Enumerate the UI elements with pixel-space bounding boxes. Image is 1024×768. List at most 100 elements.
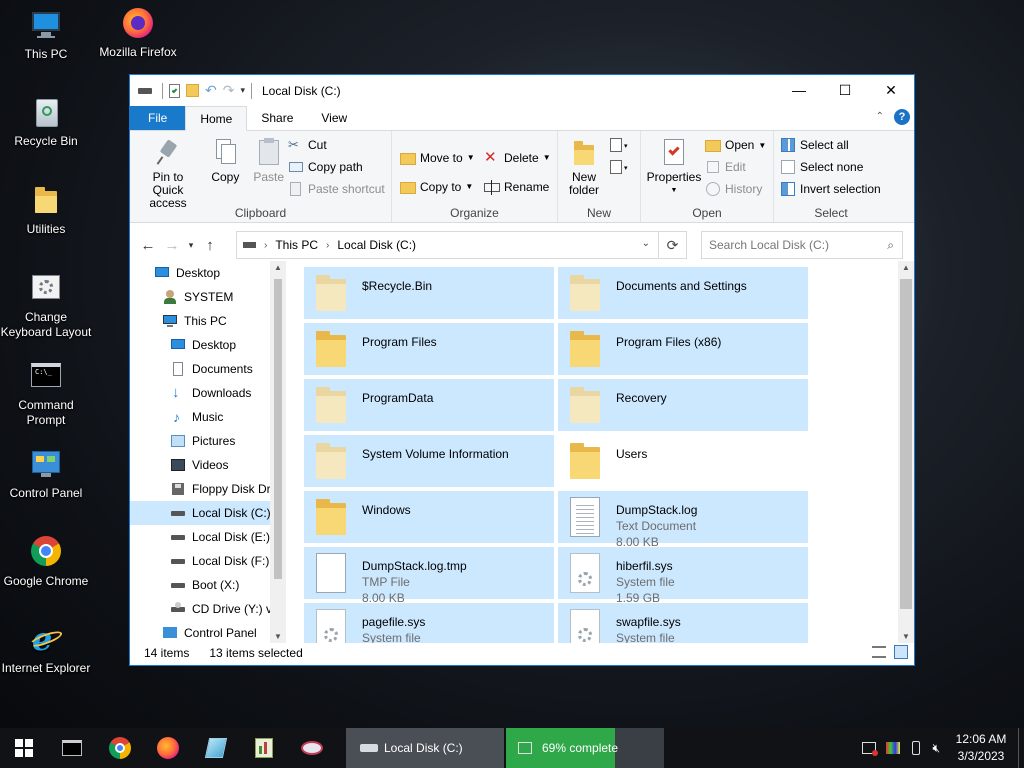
scrollbar-thumb[interactable] xyxy=(274,279,282,579)
nav-item[interactable]: Floppy Disk Dri xyxy=(130,477,286,501)
desktop-icon-google-chrome[interactable]: Google Chrome xyxy=(0,535,92,589)
scroll-up-icon[interactable]: ▲ xyxy=(902,263,910,272)
paste-shortcut-button[interactable]: Paste shortcut xyxy=(288,178,385,200)
history-button[interactable]: History xyxy=(705,178,766,200)
customize-quick-access-icon[interactable]: ▾ xyxy=(240,85,245,96)
usb-icon[interactable] xyxy=(912,741,921,755)
close-button[interactable]: ✕ xyxy=(868,75,914,105)
nav-item[interactable]: Local Disk (C:) xyxy=(130,501,286,525)
forward-button[interactable]: → xyxy=(160,237,184,254)
up-button[interactable]: ↑ xyxy=(198,237,222,254)
minimize-button[interactable]: — xyxy=(776,75,822,105)
details-view-icon[interactable] xyxy=(872,646,886,658)
taskbar-chrome[interactable] xyxy=(96,728,144,768)
nav-item[interactable]: ↓ Downloads xyxy=(130,381,286,405)
file-tile[interactable]: $Recycle.Bin xyxy=(304,267,554,319)
nav-item[interactable]: This PC xyxy=(130,309,286,333)
address-bar[interactable]: › This PC › Local Disk (C:) ⌄ xyxy=(236,231,659,259)
file-tile[interactable]: Program Files xyxy=(304,323,554,375)
taskbar-copy-progress[interactable]: 69% complete xyxy=(506,728,664,768)
help-icon[interactable]: ? xyxy=(894,109,910,125)
back-button[interactable]: ← xyxy=(136,237,160,254)
properties-button[interactable]: Properties ▼ xyxy=(645,135,703,199)
file-tile[interactable]: swapfile.sys System file xyxy=(558,603,808,643)
volume-muted-icon[interactable]: 🔇︎ xyxy=(932,741,940,756)
file-tile[interactable]: pagefile.sys System file xyxy=(304,603,554,643)
file-tile[interactable]: System Volume Information xyxy=(304,435,554,487)
network-icon[interactable] xyxy=(862,742,879,756)
nav-item[interactable]: CD Drive (Y:) vi xyxy=(130,597,286,621)
scroll-up-icon[interactable]: ▲ xyxy=(274,263,282,272)
easy-access-icon[interactable]: ▾ xyxy=(608,159,630,177)
clock[interactable]: 12:06 AM 3/3/2023 xyxy=(944,731,1018,765)
address-dropdown-icon[interactable]: ⌄ xyxy=(642,238,650,249)
undo-icon[interactable]: ↶ xyxy=(205,82,217,99)
title-bar[interactable]: ↶ ↷ ▾ Local Disk (C:) — ☐ ✕ xyxy=(130,75,914,106)
edit-button[interactable]: Edit xyxy=(705,156,766,178)
nav-item[interactable]: Boot (X:) xyxy=(130,573,286,597)
select-all-button[interactable]: Select all xyxy=(780,134,881,156)
show-desktop-button[interactable] xyxy=(1018,728,1024,768)
refresh-button[interactable]: ⟳ xyxy=(659,231,687,259)
ribbon-collapse-icon[interactable]: ⌃ xyxy=(876,111,884,122)
taskbar-app-chart[interactable] xyxy=(240,728,288,768)
nav-item[interactable]: SYSTEM xyxy=(130,285,286,309)
select-none-button[interactable]: Select none xyxy=(780,156,881,178)
nav-item[interactable]: ♪ Music xyxy=(130,405,286,429)
cut-button[interactable]: ✂ Cut xyxy=(288,134,385,156)
search-input[interactable]: Search Local Disk (C:) xyxy=(709,238,829,252)
new-folder-quick-icon[interactable] xyxy=(186,84,199,97)
tab-home[interactable]: Home xyxy=(185,106,248,131)
recent-locations-chevron-icon[interactable]: ▾ xyxy=(184,240,198,251)
new-item-icon[interactable]: ▾ xyxy=(608,137,630,155)
desktop-icon-command-prompt[interactable]: C:\_ Command Prompt xyxy=(0,359,92,428)
search-box[interactable]: Search Local Disk (C:) ⌕ xyxy=(701,231,903,259)
scroll-down-icon[interactable]: ▼ xyxy=(902,632,910,641)
delete-button[interactable]: ✕ Delete ▼ xyxy=(484,143,551,172)
desktop-icon-internet-explorer[interactable]: e Internet Explorer xyxy=(0,622,92,676)
display-icon[interactable] xyxy=(886,742,901,754)
tab-share[interactable]: Share xyxy=(247,106,307,130)
file-tile[interactable]: Program Files (x86) xyxy=(558,323,808,375)
nav-item[interactable]: Control Panel xyxy=(130,621,286,643)
invert-selection-button[interactable]: Invert selection xyxy=(780,178,881,200)
taskbar-command-prompt[interactable] xyxy=(48,728,96,768)
taskbar-firefox[interactable] xyxy=(144,728,192,768)
tab-file[interactable]: File xyxy=(130,106,186,130)
scroll-down-icon[interactable]: ▼ xyxy=(274,632,282,641)
nav-item[interactable]: Desktop xyxy=(130,261,286,285)
file-tile[interactable]: hiberfil.sys System file 1.59 GB xyxy=(558,547,808,605)
nav-item[interactable]: Desktop xyxy=(130,333,286,357)
nav-item[interactable]: Documents xyxy=(130,357,286,381)
file-tile[interactable]: Documents and Settings xyxy=(558,267,808,319)
file-list-scrollbar[interactable]: ▲ ▼ xyxy=(898,261,914,643)
maximize-button[interactable]: ☐ xyxy=(822,75,868,105)
copy-to-button[interactable]: Copy to ▼ xyxy=(400,172,475,201)
desktop-icon-recycle-bin[interactable]: Recycle Bin xyxy=(0,95,92,149)
desktop-icon-this-pc[interactable]: This PC xyxy=(0,8,92,62)
copy-button[interactable]: Copy xyxy=(205,135,245,186)
large-icons-view-icon[interactable] xyxy=(894,645,908,659)
taskbar-app-disk[interactable] xyxy=(288,728,336,768)
tab-view[interactable]: View xyxy=(307,106,361,130)
desktop-icon-utilities[interactable]: Utilities xyxy=(0,183,92,237)
breadcrumb-local-disk[interactable]: Local Disk (C:) xyxy=(337,238,416,252)
scrollbar-thumb[interactable] xyxy=(900,279,912,609)
move-to-button[interactable]: Move to ▼ xyxy=(400,143,475,172)
file-tile[interactable]: DumpStack.log Text Document 8.00 KB xyxy=(558,491,808,549)
pin-to-quick-access-button[interactable]: Pin to Quick access xyxy=(134,135,202,212)
taskbar-app-blue[interactable] xyxy=(192,728,240,768)
nav-item[interactable]: Local Disk (E:) xyxy=(130,525,286,549)
redo-icon[interactable]: ↷ xyxy=(223,82,235,99)
rename-button[interactable]: Rename xyxy=(484,172,551,201)
navigation-pane-scrollbar[interactable]: ▲ ▼ xyxy=(270,261,286,643)
breadcrumb-separator-icon[interactable]: › xyxy=(264,240,267,251)
copy-path-button[interactable]: Copy path xyxy=(288,156,385,178)
open-button[interactable]: Open ▼ xyxy=(705,134,766,156)
desktop-icon-firefox[interactable]: Mozilla Firefox xyxy=(92,6,184,60)
desktop-icon-change-keyboard-layout[interactable]: Change Keyboard Layout xyxy=(0,271,92,340)
file-tile[interactable]: Windows xyxy=(304,491,554,543)
properties-quick-icon[interactable] xyxy=(169,83,180,98)
breadcrumb-this-pc[interactable]: This PC xyxy=(275,238,318,252)
paste-button[interactable]: Paste xyxy=(249,135,289,186)
